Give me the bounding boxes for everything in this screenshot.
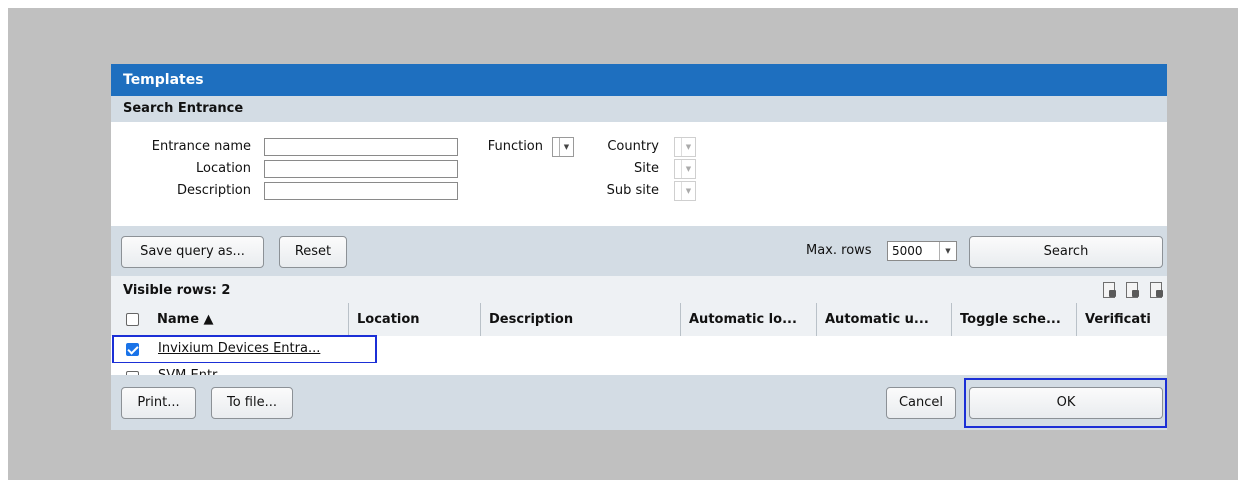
export-document-icon[interactable] — [1125, 282, 1140, 298]
site-label: Site — [634, 161, 659, 176]
section-heading: Search Entrance — [111, 96, 1167, 122]
max-rows-label: Max. rows — [806, 243, 872, 258]
column-header-name[interactable]: Name ▲ — [149, 303, 349, 336]
column-header-location[interactable]: Location — [349, 303, 481, 336]
ok-button-highlight — [964, 378, 1167, 428]
max-rows-value: 5000 — [892, 244, 923, 258]
entrance-name-label: Entrance name — [151, 139, 251, 154]
check-document-icon[interactable] — [1149, 282, 1163, 298]
print-button[interactable]: Print... — [121, 387, 196, 419]
description-field[interactable] — [264, 182, 458, 200]
chevron-down-icon: ▼ — [681, 160, 695, 178]
column-header-description[interactable]: Description — [481, 303, 681, 336]
sub-site-dropdown[interactable]: ▼ — [674, 181, 696, 201]
column-header-toggle-schedule[interactable]: Toggle sche... — [952, 303, 1077, 336]
reset-button[interactable]: Reset — [279, 236, 347, 268]
edit-document-icon[interactable] — [1102, 282, 1116, 298]
search-toolbar: Save query as... Reset Max. rows 5000 ▼ … — [111, 226, 1167, 276]
location-field[interactable] — [264, 160, 458, 178]
to-file-button[interactable]: To file... — [211, 387, 293, 419]
location-label: Location — [196, 161, 251, 176]
column-header-automatic-lock[interactable]: Automatic lo... — [681, 303, 817, 336]
column-header-verification[interactable]: Verificati — [1077, 303, 1167, 336]
screen-background: Templates Search Entrance Entrance name … — [8, 8, 1238, 480]
select-all-checkbox[interactable] — [126, 313, 139, 326]
cancel-button[interactable]: Cancel — [886, 387, 956, 419]
chevron-down-icon: ▼ — [681, 138, 695, 156]
visible-rows-bar: Visible rows: 2 — [111, 276, 1167, 303]
search-form: Entrance name Location Description Funct… — [111, 122, 1167, 226]
sub-site-label: Sub site — [606, 183, 659, 198]
country-label: Country — [607, 139, 659, 154]
save-query-button[interactable]: Save query as... — [121, 236, 264, 268]
dialog-title: Templates — [111, 64, 1167, 96]
selected-row-highlight — [112, 335, 377, 364]
column-header-automatic-unlock[interactable]: Automatic u... — [817, 303, 952, 336]
search-button[interactable]: Search — [969, 236, 1163, 268]
templates-dialog: Templates Search Entrance Entrance name … — [111, 64, 1167, 430]
chevron-down-icon: ▼ — [681, 182, 695, 200]
country-dropdown[interactable]: ▼ — [674, 137, 696, 157]
chevron-down-icon: ▼ — [939, 242, 956, 260]
entrance-name-field[interactable] — [264, 138, 458, 156]
dialog-footer: Print... To file... Cancel OK — [111, 375, 1167, 430]
table-header: Name ▲ Location Description Automatic lo… — [111, 303, 1167, 337]
site-dropdown[interactable]: ▼ — [674, 159, 696, 179]
visible-rows-count: Visible rows: 2 — [123, 283, 231, 298]
description-label: Description — [176, 183, 251, 198]
max-rows-select[interactable]: 5000 ▼ — [887, 241, 957, 261]
function-label: Function — [487, 139, 543, 154]
